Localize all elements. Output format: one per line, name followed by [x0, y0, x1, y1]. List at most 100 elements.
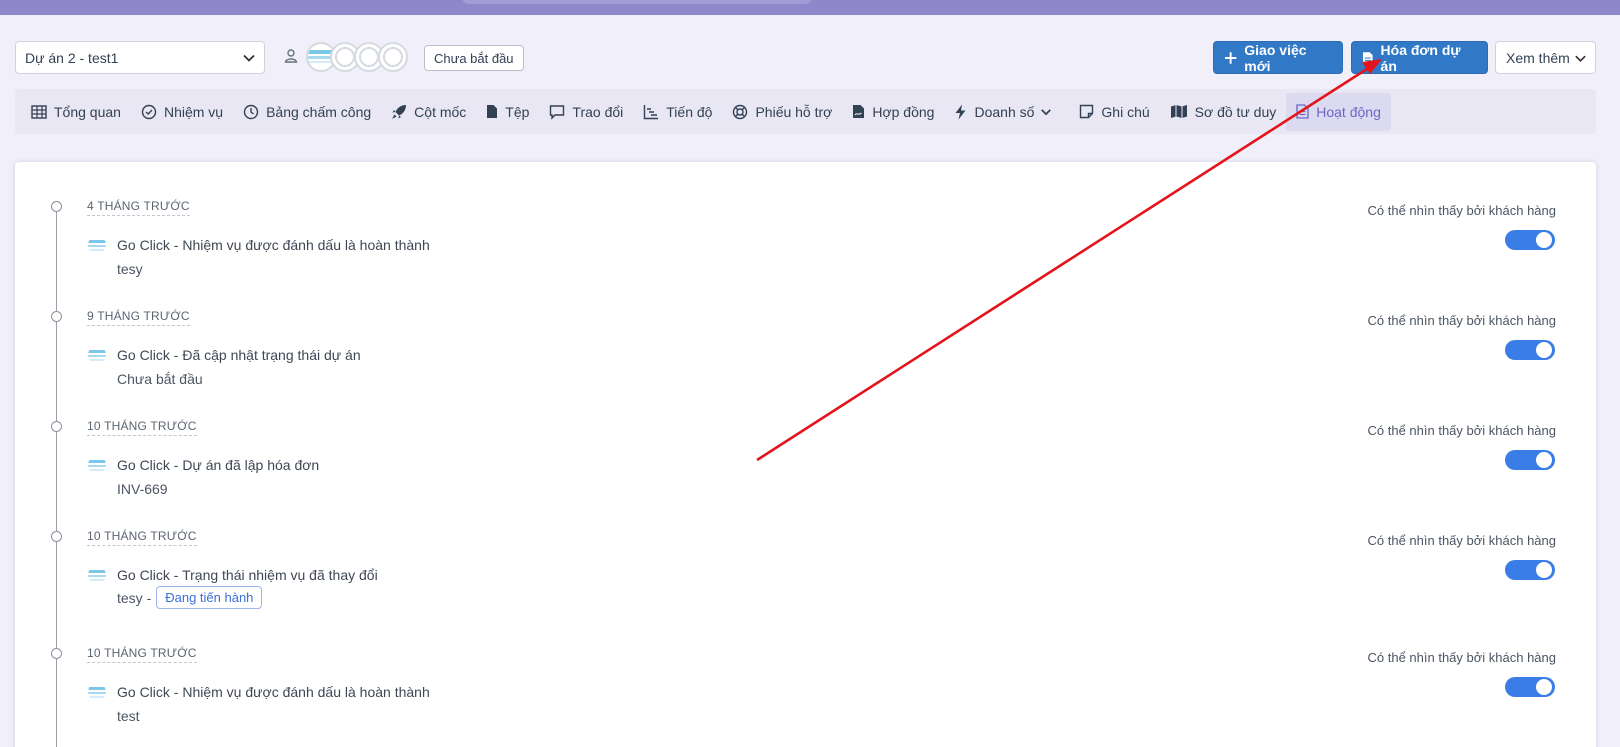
project-invoice-label: Hóa đơn dự án — [1380, 41, 1461, 74]
activity-description: test — [117, 708, 140, 724]
activity-title: Go Click - Dự án đã lập hóa đơn — [117, 457, 320, 473]
activity-item: 4 THÁNG TRƯỚC Go Click - Nhiệm vụ được đ… — [0, 199, 1620, 309]
task-status-badge: Đang tiến hành — [156, 586, 263, 609]
activity-item: 10 THÁNG TRƯỚC Go Click - Trạng thái nhi… — [0, 529, 1620, 639]
chevron-down-icon — [243, 54, 255, 62]
tab-discussions[interactable]: Trao đổi — [539, 93, 633, 131]
avatar — [88, 566, 106, 584]
user-icon — [284, 49, 298, 63]
timeline-dot — [51, 421, 62, 432]
tab-label: Hoạt động — [1316, 103, 1381, 120]
tab-label: Cột mốc — [414, 103, 467, 120]
activity-item: 10 THÁNG TRƯỚC Go Click - Dự án đã lập h… — [0, 419, 1620, 529]
avatar — [88, 456, 106, 474]
map-icon — [1170, 105, 1187, 118]
tab-label: Trao đổi — [572, 103, 624, 120]
new-task-button[interactable]: Giao việc mới — [1213, 41, 1343, 74]
contract-icon — [853, 105, 865, 118]
activity-description-text: Chưa bắt đầu — [117, 371, 203, 387]
project-tabs: Tổng quan Nhiệm vụ Bảng chấm công Cột mố… — [15, 89, 1596, 134]
tab-tasks[interactable]: Nhiệm vụ — [131, 93, 233, 131]
chevron-down-icon — [1575, 55, 1586, 63]
tab-tickets[interactable]: Phiếu hỗ trợ — [722, 93, 842, 131]
more-button[interactable]: Xem thêm — [1495, 41, 1596, 74]
activity-description: INV-669 — [117, 481, 168, 497]
table-icon — [31, 104, 47, 119]
timeline-dot — [51, 201, 62, 212]
activity-description-text: INV-669 — [117, 481, 168, 497]
activity-title: Go Click - Nhiệm vụ được đánh dấu là hoà… — [117, 684, 430, 700]
tab-label: Tổng quan — [54, 103, 121, 120]
activity-description-text: tesy - — [117, 589, 152, 606]
tab-milestones[interactable]: Cột mốc — [381, 93, 476, 131]
client-visibility-label: Có thể nhìn thấy bởi khách hàng — [1367, 650, 1557, 665]
tab-timesheets[interactable]: Bảng chấm công — [233, 93, 381, 131]
activity-time: 9 THÁNG TRƯỚC — [87, 309, 190, 326]
document-icon — [1296, 104, 1309, 119]
tab-contracts[interactable]: Hợp đồng — [842, 93, 944, 131]
clock-icon — [243, 104, 259, 119]
activity-time: 10 THÁNG TRƯỚC — [87, 646, 197, 663]
check-circle-icon — [141, 104, 157, 119]
activity-description: tesy - Đang tiến hành — [117, 586, 263, 609]
note-icon — [1080, 104, 1094, 119]
avatar — [88, 236, 106, 254]
client-visibility-toggle[interactable] — [1505, 230, 1555, 250]
tab-notes[interactable]: Ghi chú — [1069, 93, 1159, 131]
activity-item: 9 THÁNG TRƯỚC Go Click - Đã cập nhật trạ… — [0, 309, 1620, 419]
tab-activity[interactable]: Hoạt động — [1286, 92, 1391, 131]
project-members — [306, 42, 408, 72]
avatar[interactable] — [378, 42, 408, 72]
client-visibility-label: Có thể nhìn thấy bởi khách hàng — [1367, 423, 1557, 438]
project-status-badge[interactable]: Chưa bắt đầu — [424, 45, 524, 71]
project-select-value: Dự án 2 - test1 — [25, 49, 119, 66]
activity-time: 10 THÁNG TRƯỚC — [87, 529, 197, 546]
tab-gantt[interactable]: Tiến độ — [633, 93, 722, 131]
tab-label: Ghi chú — [1101, 103, 1150, 120]
plus-icon — [1224, 51, 1237, 64]
client-visibility-toggle[interactable] — [1505, 340, 1555, 360]
activity-item: 10 THÁNG TRƯỚC Go Click - Nhiệm vụ được … — [0, 646, 1620, 747]
timeline-dot — [51, 648, 62, 659]
timeline-dot — [51, 311, 62, 322]
project-invoice-button[interactable]: Hóa đơn dự án — [1351, 41, 1488, 74]
activity-description-text: test — [117, 708, 140, 724]
activity-description: tesy — [117, 261, 143, 277]
search-bar[interactable] — [462, 0, 812, 4]
tab-label: Hợp đồng — [872, 103, 935, 120]
avatar — [88, 346, 106, 364]
more-label: Xem thêm — [1506, 49, 1570, 66]
activity-title: Go Click - Nhiệm vụ được đánh dấu là hoà… — [117, 237, 430, 253]
tab-mindmap[interactable]: Sơ đồ tư duy — [1160, 93, 1287, 131]
client-visibility-label: Có thể nhìn thấy bởi khách hàng — [1367, 203, 1557, 218]
bolt-icon — [955, 104, 966, 119]
activity-description-text: tesy — [117, 261, 143, 277]
client-visibility-toggle[interactable] — [1505, 450, 1555, 470]
tab-label: Tiến độ — [666, 103, 713, 120]
tab-label: Phiếu hỗ trợ — [755, 103, 833, 120]
file-icon — [487, 105, 498, 118]
new-task-label: Giao việc mới — [1244, 41, 1307, 74]
tab-sales[interactable]: Doanh số — [944, 93, 1069, 131]
activity-description: Chưa bắt đầu — [117, 371, 203, 387]
document-icon — [1362, 51, 1373, 64]
activity-time: 10 THÁNG TRƯỚC — [87, 419, 197, 436]
tab-overview[interactable]: Tổng quan — [21, 93, 131, 131]
tab-label: Doanh số — [974, 103, 1035, 120]
client-visibility-label: Có thể nhìn thấy bởi khách hàng — [1367, 533, 1557, 548]
activity-title: Go Click - Trạng thái nhiệm vụ đã thay đ… — [117, 567, 378, 583]
client-visibility-toggle[interactable] — [1505, 677, 1555, 697]
project-select[interactable]: Dự án 2 - test1 — [15, 41, 265, 74]
avatar — [88, 683, 106, 701]
lifebuoy-icon — [733, 104, 748, 119]
tab-label: Tệp — [505, 103, 530, 120]
timeline-dot — [51, 531, 62, 542]
tab-label: Nhiệm vụ — [163, 103, 224, 120]
tab-files[interactable]: Tệp — [476, 93, 539, 131]
gantt-icon — [644, 104, 659, 119]
client-visibility-label: Có thể nhìn thấy bởi khách hàng — [1367, 313, 1557, 328]
chat-icon — [550, 104, 565, 120]
client-visibility-toggle[interactable] — [1505, 560, 1555, 580]
activity-time: 4 THÁNG TRƯỚC — [87, 199, 190, 216]
activity-title: Go Click - Đã cập nhật trạng thái dự án — [117, 347, 361, 363]
